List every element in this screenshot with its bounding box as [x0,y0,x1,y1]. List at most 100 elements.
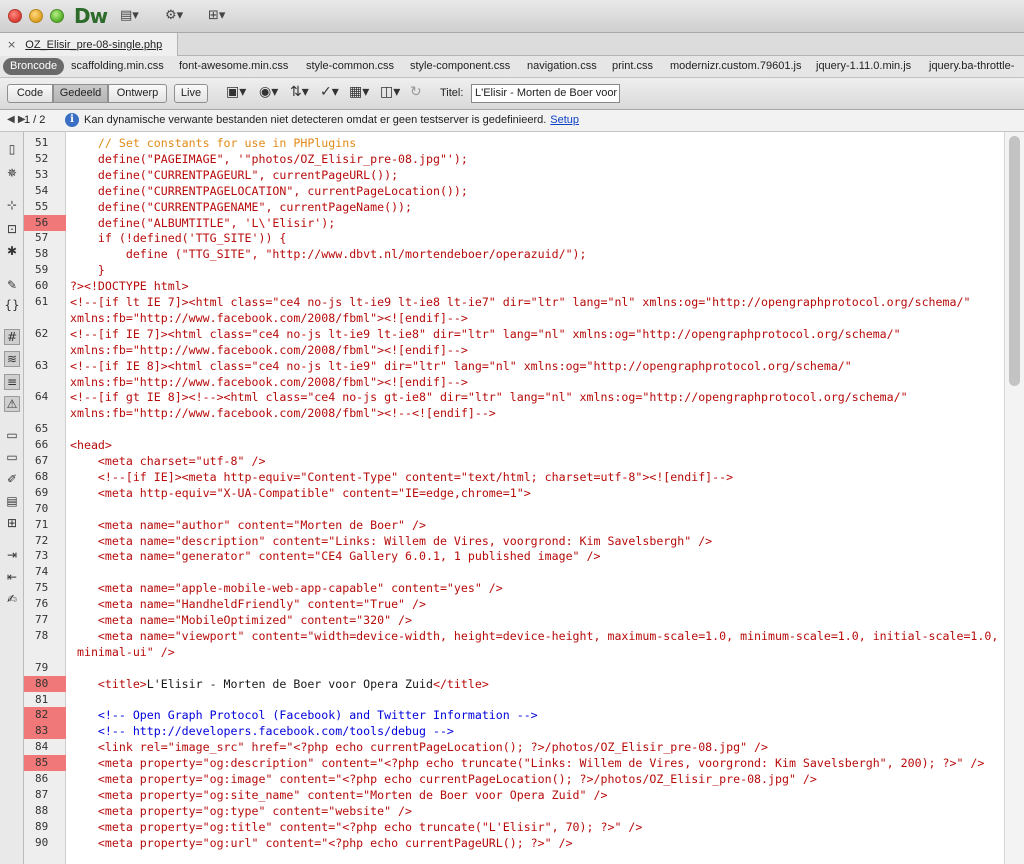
live-view-button[interactable]: Live [174,84,208,103]
code-line[interactable]: define("CURRENTPAGELOCATION", currentPag… [70,183,468,199]
code-line[interactable]: <meta name="viewport" content="width=dev… [70,628,998,644]
code-line[interactable]: <meta property="og:image" content="<?php… [70,771,817,787]
code-line[interactable]: define("PAGEIMAGE", '"photos/OZ_Elisir_p… [70,151,468,167]
code-line[interactable]: <meta property="og:url" content="<?php e… [70,835,573,851]
code-line[interactable]: <meta name="generator" content="CE4 Gall… [70,548,601,564]
tab-document[interactable]: × OZ_Elisir_pre-08-single.php [0,33,178,56]
collapse-full-tag-icon[interactable]: ⊹ [4,198,20,214]
word-wrap-icon[interactable]: ≡ [4,374,20,390]
file-management-icon[interactable]: ⇅▾ [290,84,309,100]
code-token: minimal-ui" /> [70,644,175,659]
syntax-error-alerts-icon[interactable]: ⚠ [4,396,20,412]
collapse-selection-icon[interactable]: ⊡ [4,222,20,238]
apply-comment-icon[interactable]: ▭ [4,428,20,444]
code-line[interactable]: <link rel="image_src" href="<?php echo c… [70,739,768,755]
code-line[interactable]: // Set constants for use in PHPlugins [70,135,356,151]
code-line[interactable]: <!-- http://developers.facebook.com/tool… [70,723,454,739]
code-line[interactable]: <!--[if IE 7]><html class="ce4 no-js lt-… [70,326,901,342]
code-line[interactable]: if (!defined('TTG_SITE')) { [70,230,286,246]
code-line[interactable]: <meta name="apple-mobile-web-app-capable… [70,580,503,596]
close-tab-icon[interactable]: × [7,38,16,51]
move-css-icon[interactable]: ⊞ [4,516,20,532]
zoom-window-button[interactable] [50,9,64,23]
code-line[interactable]: <!--[if gt IE 8]><!--><html class="ce4 n… [70,389,908,405]
code-line[interactable]: <meta name="author" content="Morten de B… [70,517,426,533]
related-file[interactable]: style-common.css [306,60,394,72]
code-line[interactable]: <meta name="MobileOptimized" content="32… [70,612,412,628]
related-file[interactable]: jquery.ba-throttle- [929,60,1014,72]
design-view-button[interactable]: Ontwerp [108,84,167,103]
code-line[interactable]: xmlns:fb="http://www.facebook.com/2008/f… [70,310,468,326]
code-line[interactable]: <meta property="og:type" content="websit… [70,803,412,819]
related-file[interactable]: font-awesome.min.css [179,60,288,72]
indent-code-icon[interactable]: ⇥ [4,548,20,564]
code-line[interactable]: <meta charset="utf-8" /> [70,453,266,469]
setup-link[interactable]: Setup [550,114,579,126]
code-line[interactable]: ?><!DOCTYPE html> [70,278,189,294]
code-view-button[interactable]: Code [7,84,53,103]
minimize-window-button[interactable] [29,9,43,23]
info-nav-arrows[interactable]: ◀ ▶ [7,114,26,125]
code-line[interactable]: <meta name="HandheldFriendly" content="T… [70,596,426,612]
split-view-button[interactable]: Gedeeld [53,84,108,103]
w3c-validation-icon[interactable]: ✓▾ [320,84,339,100]
related-file[interactable]: modernizr.custom.79601.js [670,60,801,72]
related-file[interactable]: style-component.css [410,60,510,72]
code-line[interactable]: define ("TTG_SITE", "http://www.dbvt.nl/… [70,246,587,262]
code-line[interactable]: <!-- Open Graph Protocol (Facebook) and … [70,707,538,723]
code-line[interactable]: <meta property="og:site_name" content="M… [70,787,608,803]
expand-all-icon[interactable]: ✱ [4,244,20,260]
layout-menu-icon[interactable]: ▤▾ [120,8,139,24]
code-line[interactable]: <head> [70,437,112,453]
code-line[interactable]: } [70,262,105,278]
visual-aids-icon[interactable]: ◫▾ [380,84,400,100]
line-number: 54 [35,183,49,197]
open-documents-icon[interactable]: ▯ [4,142,20,158]
related-file[interactable]: jquery-1.11.0.min.js [816,60,911,72]
line-number: 68 [35,469,49,483]
code-line[interactable]: xmlns:fb="http://www.facebook.com/2008/f… [70,405,496,421]
balance-braces-icon[interactable]: {} [4,298,20,314]
format-source-icon[interactable]: ✍ [4,592,20,608]
close-window-button[interactable] [8,9,22,23]
show-code-navigator-icon[interactable]: ✵ [4,166,20,182]
refresh-icon[interactable]: ↻ [410,84,422,100]
vertical-scrollbar[interactable] [1004,132,1024,864]
code-line[interactable]: <!--[if IE]><meta http-equiv="Content-Ty… [70,469,733,485]
check-browser-icon[interactable]: ▦▾ [349,84,369,100]
site-menu-icon[interactable]: ⊞▾ [208,8,225,24]
related-file[interactable]: navigation.css [527,60,597,72]
tab-document-label: OZ_Elisir_pre-08-single.php [25,39,163,51]
line-number: 63 [35,358,49,372]
code-line[interactable]: <meta property="og:title" content="<?php… [70,819,642,835]
code-line[interactable]: <!--[if lt IE 7]><html class="ce4 no-js … [70,294,970,310]
code-line[interactable]: <meta http-equiv="X-UA-Compatible" conte… [70,485,531,501]
select-parent-tag-icon[interactable]: ✎ [4,278,20,294]
code-line[interactable]: define("ALBUMTITLE", 'L\'Elisir'); [70,215,335,231]
code-line[interactable]: <title>L'Elisir - Morten de Boer voor Op… [70,676,489,692]
source-code-button[interactable]: Broncode [3,58,65,75]
outdent-code-icon[interactable]: ⇤ [4,570,20,586]
line-number: 86 [35,772,49,785]
preview-browser-icon[interactable]: ◉▾ [259,84,278,100]
remove-comment-icon[interactable]: ▭ [4,450,20,466]
related-file[interactable]: scaffolding.min.css [71,60,164,72]
scrollbar-thumb[interactable] [1009,136,1020,386]
extend-menu-icon[interactable]: ⚙▾ [165,8,183,24]
code-line[interactable]: minimal-ui" /> [70,644,175,660]
title-input[interactable]: L'Elisir - Morten de Boer voor [471,84,620,103]
code-line[interactable]: define("CURRENTPAGENAME", currentPageNam… [70,199,412,215]
highlight-invalid-code-icon[interactable]: ≋ [4,351,20,367]
code-line[interactable]: <meta name="description" content="Links:… [70,533,712,549]
code-line[interactable]: <!--[if IE 8]><html class="ce4 no-js lt-… [70,358,852,374]
line-number: 78 [35,628,49,642]
multiscreen-icon[interactable]: ▣▾ [226,84,246,100]
code-line[interactable]: xmlns:fb="http://www.facebook.com/2008/f… [70,342,468,358]
code-line[interactable]: <meta property="og:description" content=… [70,755,984,771]
related-file[interactable]: print.css [612,60,653,72]
code-line[interactable]: define("CURRENTPAGEURL", currentPageURL(… [70,167,398,183]
wrap-tag-icon[interactable]: ✐ [4,472,20,488]
recent-snippets-icon[interactable]: ▤ [4,494,20,510]
line-numbers-icon[interactable]: # [4,329,20,345]
code-line[interactable]: xmlns:fb="http://www.facebook.com/2008/f… [70,374,468,390]
